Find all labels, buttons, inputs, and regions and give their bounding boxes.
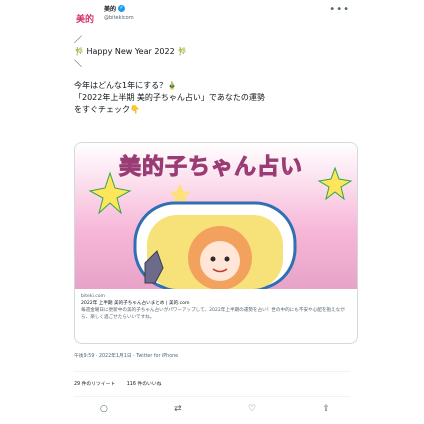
retweet-count[interactable]: 29 件のリツイート [74,382,115,387]
verified-icon: ✓ [118,5,126,12]
tweet-stats: 29 件のリツイート 116 件のいいね [74,380,161,387]
card-image-title: 美的子ちゃん占い [118,155,304,181]
card-domain: biteki.com [81,294,106,299]
tweet-line: ＼ [74,59,82,68]
card-description: 毎週金曜日に更新中の美的子ちゃん占いがパワーアップして、2022年上半期の運勢を… [81,308,345,320]
tweet-line: 🎋 Happy New Year 2022 🎋 [74,47,188,56]
tweet-line: ／ [74,35,82,44]
like-icon[interactable]: ♡ [248,404,256,414]
account-name[interactable]: 美的 ✓ [104,4,126,13]
link-card[interactable]: 美的子ちゃん占い biteki.com 2022年 上半期 美的子ちゃん占いまと… [74,142,358,344]
card-title: 2022年 上半期 美的子ちゃん占いまとめ | 美的.com [81,301,190,306]
tweet-line: 「2022年上半期 美的子ちゃん占い」であなたの運勢 [74,93,265,102]
card-image[interactable]: 美的子ちゃん占い [75,143,357,291]
card-meta[interactable]: biteki.com 2022年 上半期 美的子ちゃん占いまとめ | 美的.co… [81,293,351,321]
reply-icon[interactable]: ○ [100,404,108,414]
account-handle[interactable]: @bitekicom [104,15,134,21]
tweet-timestamp[interactable]: 午後9:59 · 2022年1月1日 · Twitter for iPhone [74,352,178,359]
avatar[interactable]: 美的 [74,8,96,28]
retweet-icon[interactable]: ⇄ [174,404,182,414]
like-count[interactable]: 116 件のいいね [127,382,162,387]
account-name-text: 美的 [104,6,117,13]
share-icon[interactable]: ⇪ [322,404,330,414]
action-bar: ○ ⇄ ♡ ⇪ [100,404,330,414]
divider [74,396,350,397]
tweet-line: 今年はどんな1年にする？🎍 [74,81,178,90]
tweet-line: をすぐチェック👇 [74,105,140,114]
tweet: 美的 美的 ✓ @bitekicom ••• ／ 🎋 Happy New Yea… [0,0,424,424]
divider [74,371,350,372]
tweet-text: ／ 🎋 Happy New Year 2022 🎋 ＼ 今年はどんな1年にする？… [74,34,364,116]
more-options-icon[interactable]: ••• [329,4,350,15]
